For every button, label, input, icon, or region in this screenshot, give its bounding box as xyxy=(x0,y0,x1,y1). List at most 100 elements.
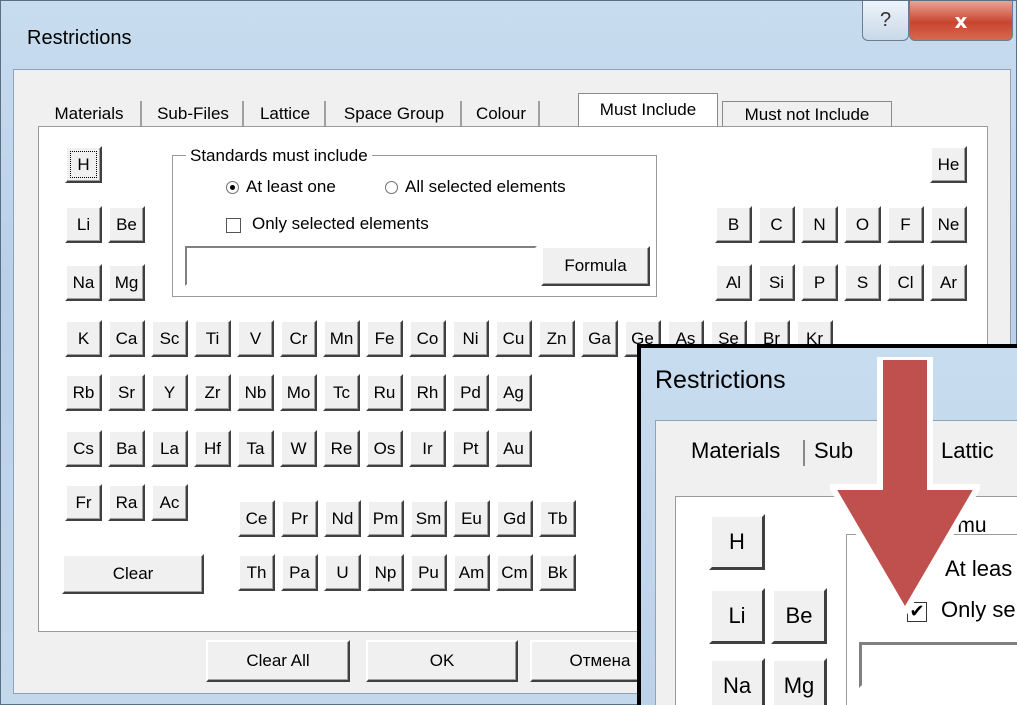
element-mg[interactable]: Mg xyxy=(108,264,145,301)
element-ta[interactable]: Ta xyxy=(237,430,274,467)
element-tb[interactable]: Tb xyxy=(539,500,576,537)
group-legend: Standards must include xyxy=(186,146,372,166)
only-selected-checkbox[interactable] xyxy=(226,218,241,233)
element-al[interactable]: Al xyxy=(715,264,752,301)
zoom-formula-input[interactable] xyxy=(859,642,1017,688)
element-na[interactable]: Na xyxy=(65,264,102,301)
tab-space-group[interactable]: Space Group xyxy=(328,101,462,129)
element-rb[interactable]: Rb xyxy=(65,374,102,411)
element-cl[interactable]: Cl xyxy=(887,264,924,301)
element-y[interactable]: Y xyxy=(151,374,188,411)
element-zr[interactable]: Zr xyxy=(194,374,231,411)
element-gd[interactable]: Gd xyxy=(496,500,533,537)
element-th[interactable]: Th xyxy=(238,554,275,591)
zoom-element-be[interactable]: Be xyxy=(771,588,827,644)
element-mn[interactable]: Mn xyxy=(323,320,360,357)
element-cu[interactable]: Cu xyxy=(495,320,532,357)
help-icon: ? xyxy=(879,9,892,31)
element-ce[interactable]: Ce xyxy=(238,500,275,537)
element-fr[interactable]: Fr xyxy=(65,484,102,521)
element-ir[interactable]: Ir xyxy=(409,430,446,467)
element-ca[interactable]: Ca xyxy=(108,320,145,357)
element-bk[interactable]: Bk xyxy=(539,554,576,591)
element-pm[interactable]: Pm xyxy=(367,500,404,537)
element-co[interactable]: Co xyxy=(409,320,446,357)
element-pr[interactable]: Pr xyxy=(281,500,318,537)
clear-button[interactable]: Clear xyxy=(62,554,204,594)
formula-input[interactable] xyxy=(185,246,537,286)
tab-materials[interactable]: Materials xyxy=(38,101,142,129)
zoom-tab-materials[interactable]: Materials xyxy=(691,438,780,464)
element-os[interactable]: Os xyxy=(366,430,403,467)
tab-must-not-include[interactable]: Must not Include xyxy=(722,101,892,129)
tab-lattice[interactable]: Lattice xyxy=(246,101,326,129)
element-k[interactable]: K xyxy=(65,320,102,357)
help-button[interactable]: ? xyxy=(862,1,909,41)
tab-colour[interactable]: Colour xyxy=(464,101,540,129)
element-sc[interactable]: Sc xyxy=(151,320,188,357)
element-eu[interactable]: Eu xyxy=(453,500,490,537)
element-o[interactable]: O xyxy=(844,206,881,243)
element-ti[interactable]: Ti xyxy=(194,320,231,357)
element-p[interactable]: P xyxy=(801,264,838,301)
down-arrow-icon xyxy=(830,357,980,617)
zoom-element-li[interactable]: Li xyxy=(709,588,765,644)
element-ag[interactable]: Ag xyxy=(495,374,532,411)
element-ar[interactable]: Ar xyxy=(930,264,967,301)
element-np[interactable]: Np xyxy=(367,554,404,591)
element-w[interactable]: W xyxy=(280,430,317,467)
element-pa[interactable]: Pa xyxy=(281,554,318,591)
zoom-element-na[interactable]: Na xyxy=(709,658,765,705)
element-ba[interactable]: Ba xyxy=(108,430,145,467)
element-la[interactable]: La xyxy=(151,430,188,467)
element-b[interactable]: B xyxy=(715,206,752,243)
element-v[interactable]: V xyxy=(237,320,274,357)
element-rh[interactable]: Rh xyxy=(409,374,446,411)
element-s[interactable]: S xyxy=(844,264,881,301)
element-be[interactable]: Be xyxy=(108,206,145,243)
element-re[interactable]: Re xyxy=(323,430,360,467)
element-ru[interactable]: Ru xyxy=(366,374,403,411)
element-ni[interactable]: Ni xyxy=(452,320,489,357)
element-h[interactable]: H xyxy=(65,146,102,183)
element-fe[interactable]: Fe xyxy=(366,320,403,357)
element-cs[interactable]: Cs xyxy=(65,430,102,467)
clear-all-button[interactable]: Clear All xyxy=(206,640,350,682)
zoom-element-mg[interactable]: Mg xyxy=(771,658,827,705)
element-he[interactable]: He xyxy=(930,146,967,183)
element-ac[interactable]: Ac xyxy=(151,484,188,521)
element-si[interactable]: Si xyxy=(758,264,795,301)
element-li[interactable]: Li xyxy=(65,206,102,243)
element-pu[interactable]: Pu xyxy=(410,554,447,591)
element-am[interactable]: Am xyxy=(453,554,490,591)
element-tc[interactable]: Tc xyxy=(323,374,360,411)
ok-button[interactable]: OK xyxy=(366,640,518,682)
radio-all-selected[interactable] xyxy=(385,181,398,194)
element-u[interactable]: U xyxy=(324,554,361,591)
element-sm[interactable]: Sm xyxy=(410,500,447,537)
formula-button[interactable]: Formula xyxy=(541,246,650,286)
element-ga[interactable]: Ga xyxy=(581,320,618,357)
element-c[interactable]: C xyxy=(758,206,795,243)
element-n[interactable]: N xyxy=(801,206,838,243)
only-selected-label: Only selected elements xyxy=(252,214,429,233)
element-zn[interactable]: Zn xyxy=(538,320,575,357)
element-ra[interactable]: Ra xyxy=(108,484,145,521)
element-nd[interactable]: Nd xyxy=(324,500,361,537)
element-f[interactable]: F xyxy=(887,206,924,243)
element-mo[interactable]: Mo xyxy=(280,374,317,411)
zoom-element-h[interactable]: H xyxy=(709,514,765,570)
element-hf[interactable]: Hf xyxy=(194,430,231,467)
element-pt[interactable]: Pt xyxy=(452,430,489,467)
element-sr[interactable]: Sr xyxy=(108,374,145,411)
close-button[interactable]: x xyxy=(909,1,1013,41)
element-cr[interactable]: Cr xyxy=(280,320,317,357)
element-au[interactable]: Au xyxy=(495,430,532,467)
tab-sub-files[interactable]: Sub-Files xyxy=(144,101,244,129)
tab-must-include[interactable]: Must Include xyxy=(578,93,718,129)
element-cm[interactable]: Cm xyxy=(496,554,533,591)
element-ne[interactable]: Ne xyxy=(930,206,967,243)
element-pd[interactable]: Pd xyxy=(452,374,489,411)
radio-at-least-one[interactable] xyxy=(226,181,239,194)
element-nb[interactable]: Nb xyxy=(237,374,274,411)
